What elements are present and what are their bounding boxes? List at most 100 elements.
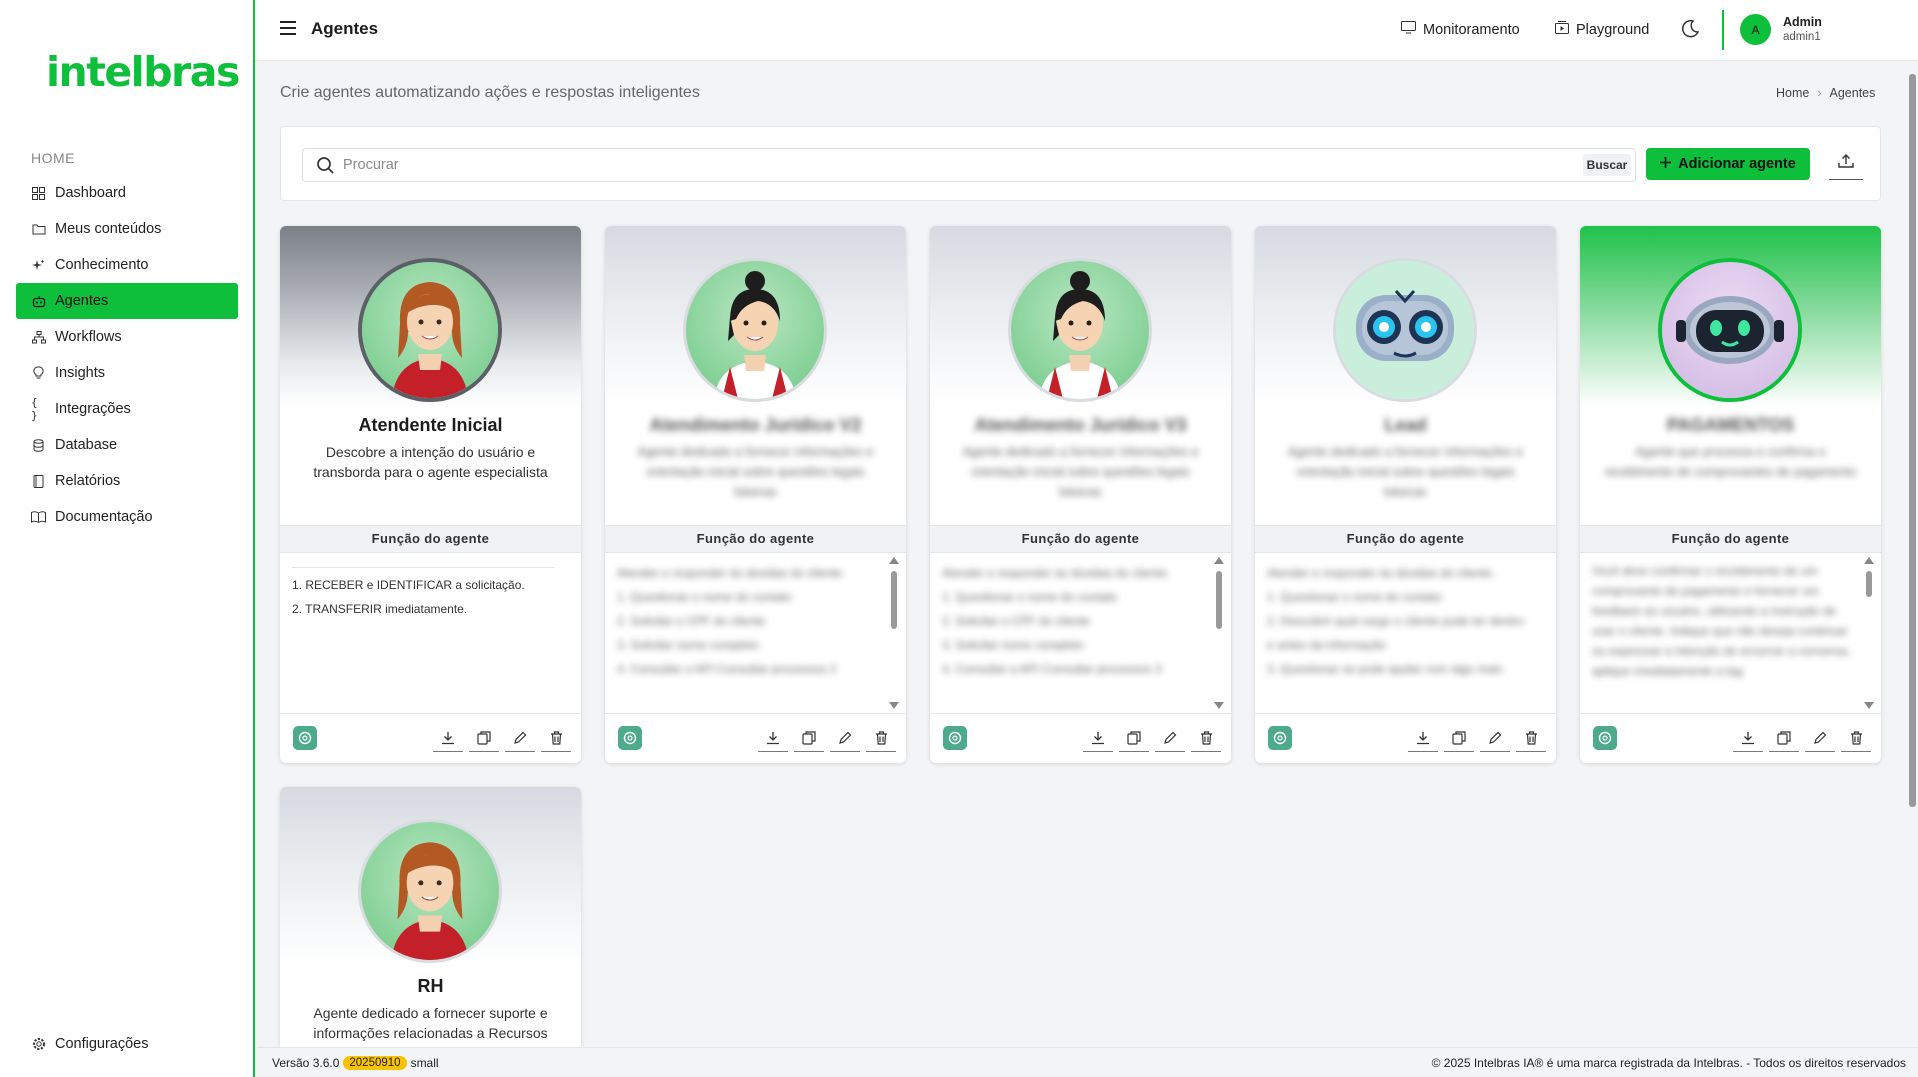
trash-icon[interactable] xyxy=(1191,724,1221,752)
breadcrumb-home[interactable]: Home xyxy=(1776,86,1809,100)
function-text: 1. RECEBER e IDENTIFICAR a solicitação. … xyxy=(292,567,554,621)
openai-icon xyxy=(1593,726,1617,750)
gear-icon xyxy=(31,1037,46,1052)
edit-pencil-icon[interactable] xyxy=(1805,724,1835,752)
version-label: Versão 3.6.0 xyxy=(272,1056,340,1070)
function-label: Função do agente xyxy=(1255,525,1556,553)
edit-pencil-icon[interactable] xyxy=(830,724,860,752)
sidebar-item-label: Dashboard xyxy=(55,185,126,201)
sidebar-item-dashboard[interactable]: Dashboard xyxy=(16,175,238,211)
openai-icon xyxy=(943,726,967,750)
download-icon[interactable] xyxy=(433,724,463,752)
function-line: Atender e responder às dúvidas do client… xyxy=(1267,566,1496,580)
duplicate-icon[interactable] xyxy=(1119,724,1149,752)
sidebar-item-meus-conteudos[interactable]: Meus conteúdos xyxy=(16,211,238,247)
add-agent-label: Adicionar agente xyxy=(1678,156,1796,172)
search-button[interactable]: Buscar xyxy=(1583,154,1631,176)
card-footer xyxy=(280,713,581,763)
sidebar-item-workflows[interactable]: Workflows xyxy=(16,319,238,355)
trash-icon[interactable] xyxy=(1516,724,1546,752)
monitoramento-link[interactable]: Monitoramento xyxy=(1401,21,1520,38)
function-line: Atender e responder às dúvidas do client… xyxy=(617,566,846,580)
function-scrollbar[interactable] xyxy=(1214,557,1224,709)
sidebar-item-database[interactable]: Database xyxy=(16,427,238,463)
sidebar-item-insights[interactable]: Insights xyxy=(16,355,238,391)
agent-card-pagamentos[interactable]: PAGAMENTOS Agente que processa e confirm… xyxy=(1580,226,1881,763)
agent-card-atendimento-juridico-v3[interactable]: Atendimento Jurídico V3 Agente dedicado … xyxy=(930,226,1231,763)
sidebar-item-label: Meus conteúdos xyxy=(55,221,162,237)
trash-icon[interactable] xyxy=(1841,724,1871,752)
notebook-icon xyxy=(31,474,46,489)
copyright-text: © 2025 Intelbras IA® é uma marca registr… xyxy=(1431,1056,1906,1070)
edit-pencil-icon[interactable] xyxy=(1480,724,1510,752)
function-line: 3. Solicitar nome completo xyxy=(617,638,759,652)
sidebar-item-documentacao[interactable]: Documentação xyxy=(16,499,238,535)
search-panel: Buscar Adicionar agente xyxy=(280,126,1881,201)
agent-name: RH xyxy=(417,976,444,996)
card-footer xyxy=(930,713,1231,763)
search-input[interactable] xyxy=(343,155,1543,175)
hamburger-menu-icon[interactable] xyxy=(279,20,297,38)
braces-icon: { } xyxy=(31,396,38,422)
agent-description: Descobre a intenção do usuário e transbo… xyxy=(313,444,548,480)
breadcrumb-current: Agentes xyxy=(1829,86,1876,100)
grid-icon xyxy=(31,186,46,201)
upload-button[interactable] xyxy=(1829,148,1863,180)
avatar-woman-redhead-icon xyxy=(358,258,502,402)
playground-icon xyxy=(1555,21,1569,38)
function-line: 3. Questionar se pode ajudar com algo ma… xyxy=(1267,662,1503,676)
function-body: Atender e responder às dúvidas do client… xyxy=(930,553,1231,713)
brand-logo[interactable]: intelbras xyxy=(46,48,240,96)
duplicate-icon[interactable] xyxy=(1769,724,1799,752)
user-name[interactable]: Admin xyxy=(1783,15,1822,29)
agent-description: Agente dedicado a fornecer suporte e inf… xyxy=(313,1005,548,1041)
plus-icon xyxy=(1660,156,1672,172)
sidebar-item-configuracoes[interactable]: Configurações xyxy=(16,1026,238,1062)
card-footer xyxy=(1255,713,1556,763)
upload-icon xyxy=(1838,154,1854,173)
openai-icon xyxy=(618,726,642,750)
top-header: Agentes Monitoramento Playground A Admin… xyxy=(255,0,1918,61)
download-icon[interactable] xyxy=(758,724,788,752)
sidebar-bottom: Configurações xyxy=(16,1026,238,1062)
agent-card-rh[interactable]: RH Agente dedicado a fornecer suporte e … xyxy=(280,787,581,1047)
add-agent-button[interactable]: Adicionar agente xyxy=(1646,148,1810,180)
edit-pencil-icon[interactable] xyxy=(505,724,535,752)
function-line: 1. Questionar o nome do contato xyxy=(617,590,792,604)
playground-link[interactable]: Playground xyxy=(1555,21,1649,38)
nav-section-label: HOME xyxy=(31,150,75,166)
function-scrollbar[interactable] xyxy=(1864,557,1874,709)
page-scrollbar-thumb[interactable] xyxy=(1909,74,1916,807)
sidebar-item-relatorios[interactable]: Relatórios xyxy=(16,463,238,499)
edit-pencil-icon[interactable] xyxy=(1155,724,1185,752)
agent-card-atendimento-juridico-v2[interactable]: Atendimento Jurídico V2 Agente dedicado … xyxy=(605,226,906,763)
sidebar: intelbras HOME Dashboard Meus conteúdos … xyxy=(0,0,255,1077)
sidebar-item-integracoes[interactable]: { } Integrações xyxy=(16,391,238,427)
card-actions xyxy=(758,724,896,752)
card-actions xyxy=(433,724,571,752)
duplicate-icon[interactable] xyxy=(469,724,499,752)
sidebar-item-label: Conhecimento xyxy=(55,257,149,273)
function-label: Função do agente xyxy=(930,525,1231,553)
user-avatar[interactable]: A xyxy=(1740,14,1771,45)
agent-card-atendente-inicial[interactable]: Atendente Inicial Descobre a intenção do… xyxy=(280,226,581,763)
function-scrollbar[interactable] xyxy=(889,557,899,709)
function-text: Atender e responder às dúvidas do client… xyxy=(1267,561,1529,681)
function-line: 2. Solicitar o CPF do cliente xyxy=(617,614,766,628)
page-scrollbar[interactable] xyxy=(1907,62,1918,1047)
download-icon[interactable] xyxy=(1408,724,1438,752)
trash-icon[interactable] xyxy=(541,724,571,752)
openai-icon xyxy=(1268,726,1292,750)
dark-mode-toggle-icon[interactable] xyxy=(1679,18,1701,40)
sidebar-item-conhecimento[interactable]: Conhecimento xyxy=(16,247,238,283)
duplicate-icon[interactable] xyxy=(794,724,824,752)
download-icon[interactable] xyxy=(1083,724,1113,752)
duplicate-icon[interactable] xyxy=(1444,724,1474,752)
sidebar-item-agentes[interactable]: Agentes xyxy=(16,283,238,319)
download-icon[interactable] xyxy=(1733,724,1763,752)
trash-icon[interactable] xyxy=(866,724,896,752)
card-actions xyxy=(1733,724,1871,752)
function-body: Você deve confirmar o recebimento de um … xyxy=(1580,553,1881,713)
agent-card-lead[interactable]: Lead Agente dedicado a fornecer informaç… xyxy=(1255,226,1556,763)
openai-icon xyxy=(293,726,317,750)
